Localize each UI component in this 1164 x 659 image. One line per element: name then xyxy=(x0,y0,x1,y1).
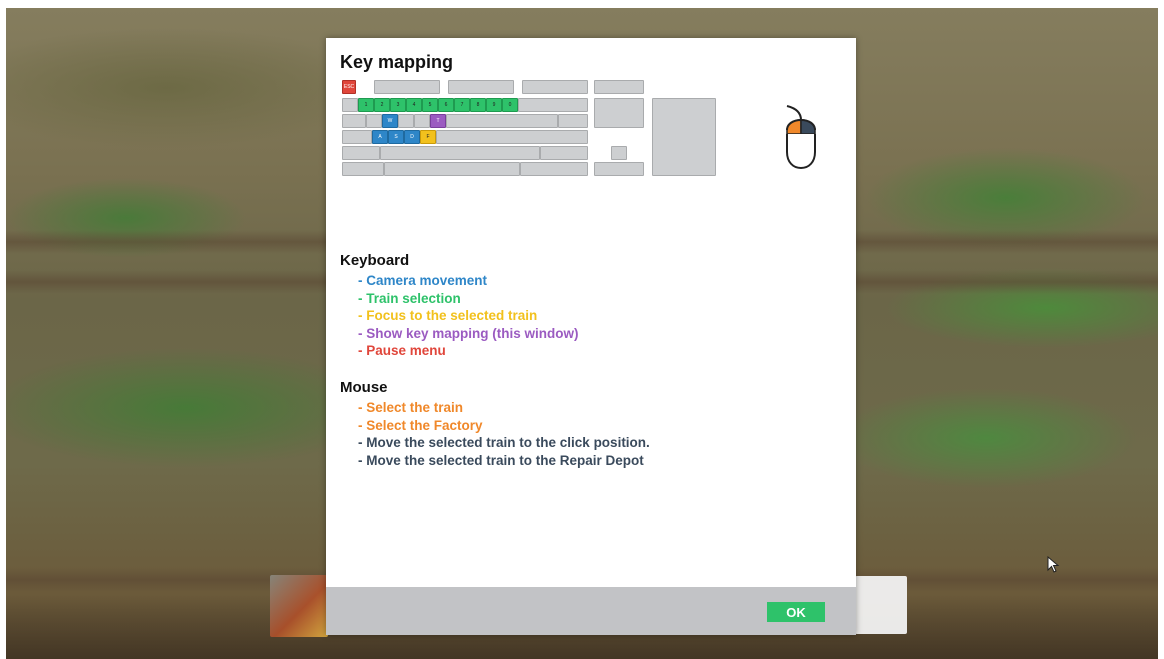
key-8: 8 xyxy=(470,98,486,112)
legend-select-train: - Select the train xyxy=(358,400,464,415)
mouse-legend-list: - Select the train - Select the Factory … xyxy=(358,399,650,469)
key-arrow-up xyxy=(611,146,627,160)
dialog-title: Key mapping xyxy=(340,52,454,72)
key-q xyxy=(366,114,382,128)
key-group-minus-backspace xyxy=(518,98,588,112)
key-group-print-pause xyxy=(594,80,644,94)
legend-move-to-depot: - Move the selected train to the Repair … xyxy=(358,452,644,468)
key-f: F xyxy=(420,130,436,144)
key-group-z-slash xyxy=(380,146,540,160)
key-5: 5 xyxy=(422,98,438,112)
key-right-shift xyxy=(540,146,588,160)
key xyxy=(342,98,358,112)
key-r xyxy=(414,114,430,128)
key-group-right-modifiers xyxy=(520,162,588,176)
legend-select-factory: - Select the Factory xyxy=(358,417,483,433)
key-esc: ESC xyxy=(342,80,356,94)
ok-button[interactable]: OK xyxy=(767,602,825,622)
key-group-navigation xyxy=(594,98,644,128)
keyboard-diagram: ESC 1 2 3 4 5 6 7 8 9 0 W T A S D F xyxy=(340,80,720,184)
legend-train-selection: - Train selection xyxy=(358,290,461,306)
key-6: 6 xyxy=(438,98,454,112)
key-2: 2 xyxy=(374,98,390,112)
key-e xyxy=(398,114,414,128)
legend-camera-movement: - Camera movement xyxy=(358,273,488,288)
key-group-g-enter xyxy=(436,130,588,144)
train-thumbnail[interactable] xyxy=(270,575,328,637)
key-w: W xyxy=(382,114,398,128)
key-group-f1-f4 xyxy=(374,80,440,94)
key-7: 7 xyxy=(454,98,470,112)
key-9: 9 xyxy=(486,98,502,112)
key-group-arrows xyxy=(594,162,644,176)
key-3: 3 xyxy=(390,98,406,112)
legend-show-key-mapping: - Show key mapping (this window) xyxy=(358,325,579,341)
keyboard-legend-list: - Camera movement - Train selection - Fo… xyxy=(358,272,579,360)
dialog-footer: OK xyxy=(326,587,856,635)
mouse-section-heading: Mouse xyxy=(340,379,388,396)
key-0: 0 xyxy=(502,98,518,112)
key-group-left-modifiers xyxy=(342,162,384,176)
key-group-numpad xyxy=(652,98,716,176)
key-a: A xyxy=(372,130,388,144)
key-mapping-dialog: Key mapping ESC 1 2 3 4 5 6 7 8 9 0 W T … xyxy=(326,38,856,635)
legend-move-to-click: - Move the selected train to the click p… xyxy=(358,435,650,451)
key-left-shift xyxy=(342,146,380,160)
key-d: D xyxy=(404,130,420,144)
factory-thumbnail[interactable] xyxy=(855,576,907,634)
legend-focus-train: - Focus to the selected train xyxy=(358,308,538,324)
mouse-icon xyxy=(786,105,816,170)
key-group-y-bracket xyxy=(446,114,558,128)
key-4: 4 xyxy=(406,98,422,112)
key-1: 1 xyxy=(358,98,374,112)
mouse-cursor-icon xyxy=(1047,556,1060,573)
key-caps-lock xyxy=(342,130,372,144)
key-space xyxy=(384,162,520,176)
legend-pause-menu: - Pause menu xyxy=(358,343,446,359)
key-tab xyxy=(342,114,366,128)
key-group-f5-f8 xyxy=(448,80,514,94)
key-s: S xyxy=(388,130,404,144)
key-enter-top xyxy=(558,114,588,128)
key-group-f9-f12 xyxy=(522,80,588,94)
keyboard-section-heading: Keyboard xyxy=(340,252,410,269)
key-t: T xyxy=(430,114,446,128)
